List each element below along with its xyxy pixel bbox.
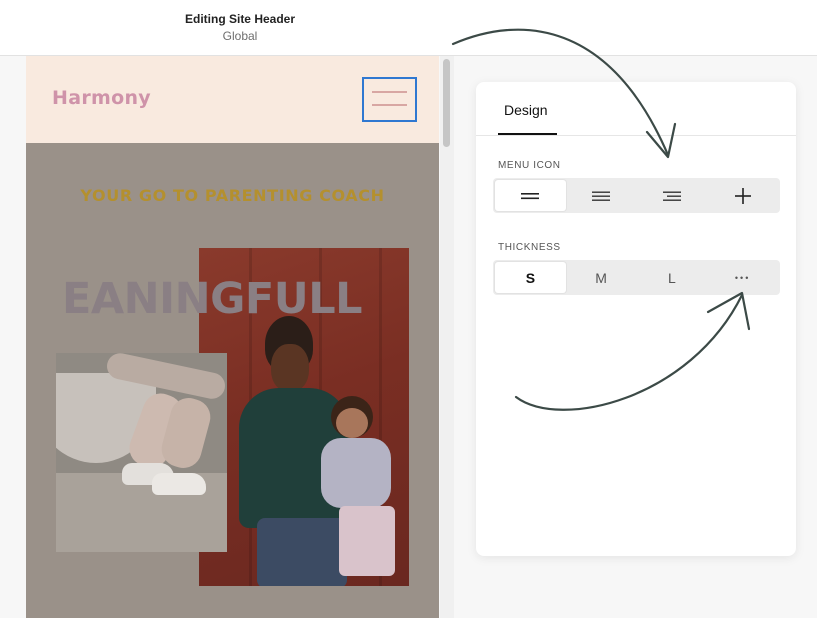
- menu-icon-selector: [493, 178, 780, 213]
- site-preview: Harmony YOUR GO TO PARENTING COACH EANIN…: [26, 56, 439, 618]
- site-logo[interactable]: Harmony: [52, 87, 151, 109]
- panel-divider: [476, 135, 796, 136]
- thickness-selector: S M L •••: [493, 260, 780, 295]
- hero-tagline: YOUR GO TO PARENTING COACH: [80, 186, 385, 205]
- thickness-option-more[interactable]: •••: [707, 262, 778, 293]
- hero-photo-bath: [56, 353, 227, 552]
- menu-icon-option-plus[interactable]: [707, 180, 778, 211]
- menu-icon-option-two-lines[interactable]: [495, 180, 566, 211]
- two-lines-icon: [521, 192, 540, 199]
- editing-subtitle: Global: [222, 29, 258, 43]
- three-lines-icon: [592, 191, 611, 201]
- hero-headline-text: EANINGFULL: [62, 274, 363, 324]
- thickness-option-m[interactable]: M: [566, 262, 637, 293]
- menu-line-icon: [372, 91, 407, 93]
- plus-icon: [734, 187, 751, 204]
- menu-line-icon: [372, 104, 407, 106]
- menu-icon-label: MENU ICON: [498, 160, 561, 171]
- site-header[interactable]: Harmony: [26, 56, 439, 143]
- thickness-option-s[interactable]: S: [495, 262, 566, 293]
- menu-icon-option-right-aligned[interactable]: [637, 180, 708, 211]
- tab-design[interactable]: Design: [504, 102, 548, 118]
- menu-icon-option-three-lines[interactable]: [566, 180, 637, 211]
- right-aligned-lines-icon: [662, 191, 681, 201]
- design-panel: Design MENU ICON THICKNESS S M L •••: [476, 82, 796, 556]
- scrollbar-thumb[interactable]: [443, 59, 450, 147]
- preview-scrollbar[interactable]: [440, 56, 454, 618]
- editing-title: Editing Site Header: [184, 12, 296, 26]
- thickness-option-l[interactable]: L: [637, 262, 708, 293]
- editor-topbar: Editing Site Header Global: [0, 0, 817, 56]
- hero-headline: EANINGFULL: [26, 274, 439, 324]
- thickness-label: THICKNESS: [498, 242, 561, 253]
- hamburger-menu-button[interactable]: [362, 77, 417, 122]
